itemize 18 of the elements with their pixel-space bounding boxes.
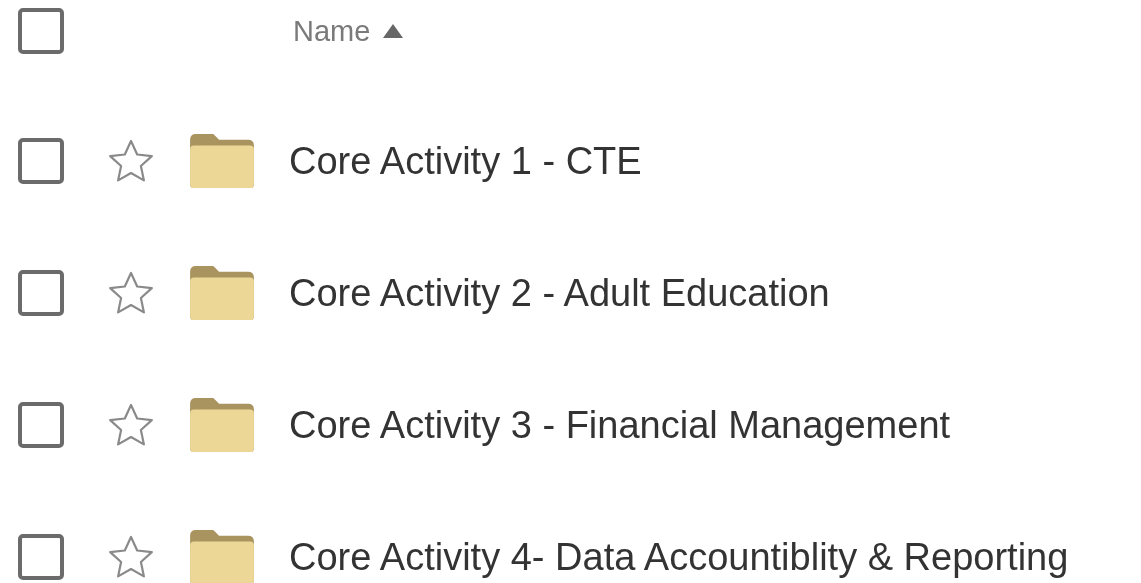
checkbox[interactable] — [18, 534, 64, 580]
checkbox[interactable] — [18, 402, 64, 448]
checkbox[interactable] — [18, 270, 64, 316]
folder-icon — [188, 528, 256, 583]
checkbox[interactable] — [18, 8, 64, 54]
folder-name[interactable]: Core Activity 1 - CTE — [289, 139, 642, 183]
folder-icon — [188, 264, 256, 322]
star-icon[interactable] — [108, 271, 154, 315]
folder-icon — [188, 132, 256, 190]
folder-icon — [188, 396, 256, 454]
star-icon[interactable] — [108, 139, 154, 183]
name-column-header[interactable]: Name — [293, 14, 405, 48]
checkbox[interactable] — [18, 138, 64, 184]
folder-name[interactable]: Core Activity 2 - Adult Education — [289, 271, 830, 315]
folder-name[interactable]: Core Activity 3 - Financial Management — [289, 403, 951, 447]
star-icon[interactable] — [108, 403, 154, 447]
folder-name[interactable]: Core Activity 4- Data Accountiblity & Reporting — [289, 535, 1069, 579]
star-icon[interactable] — [108, 535, 154, 579]
